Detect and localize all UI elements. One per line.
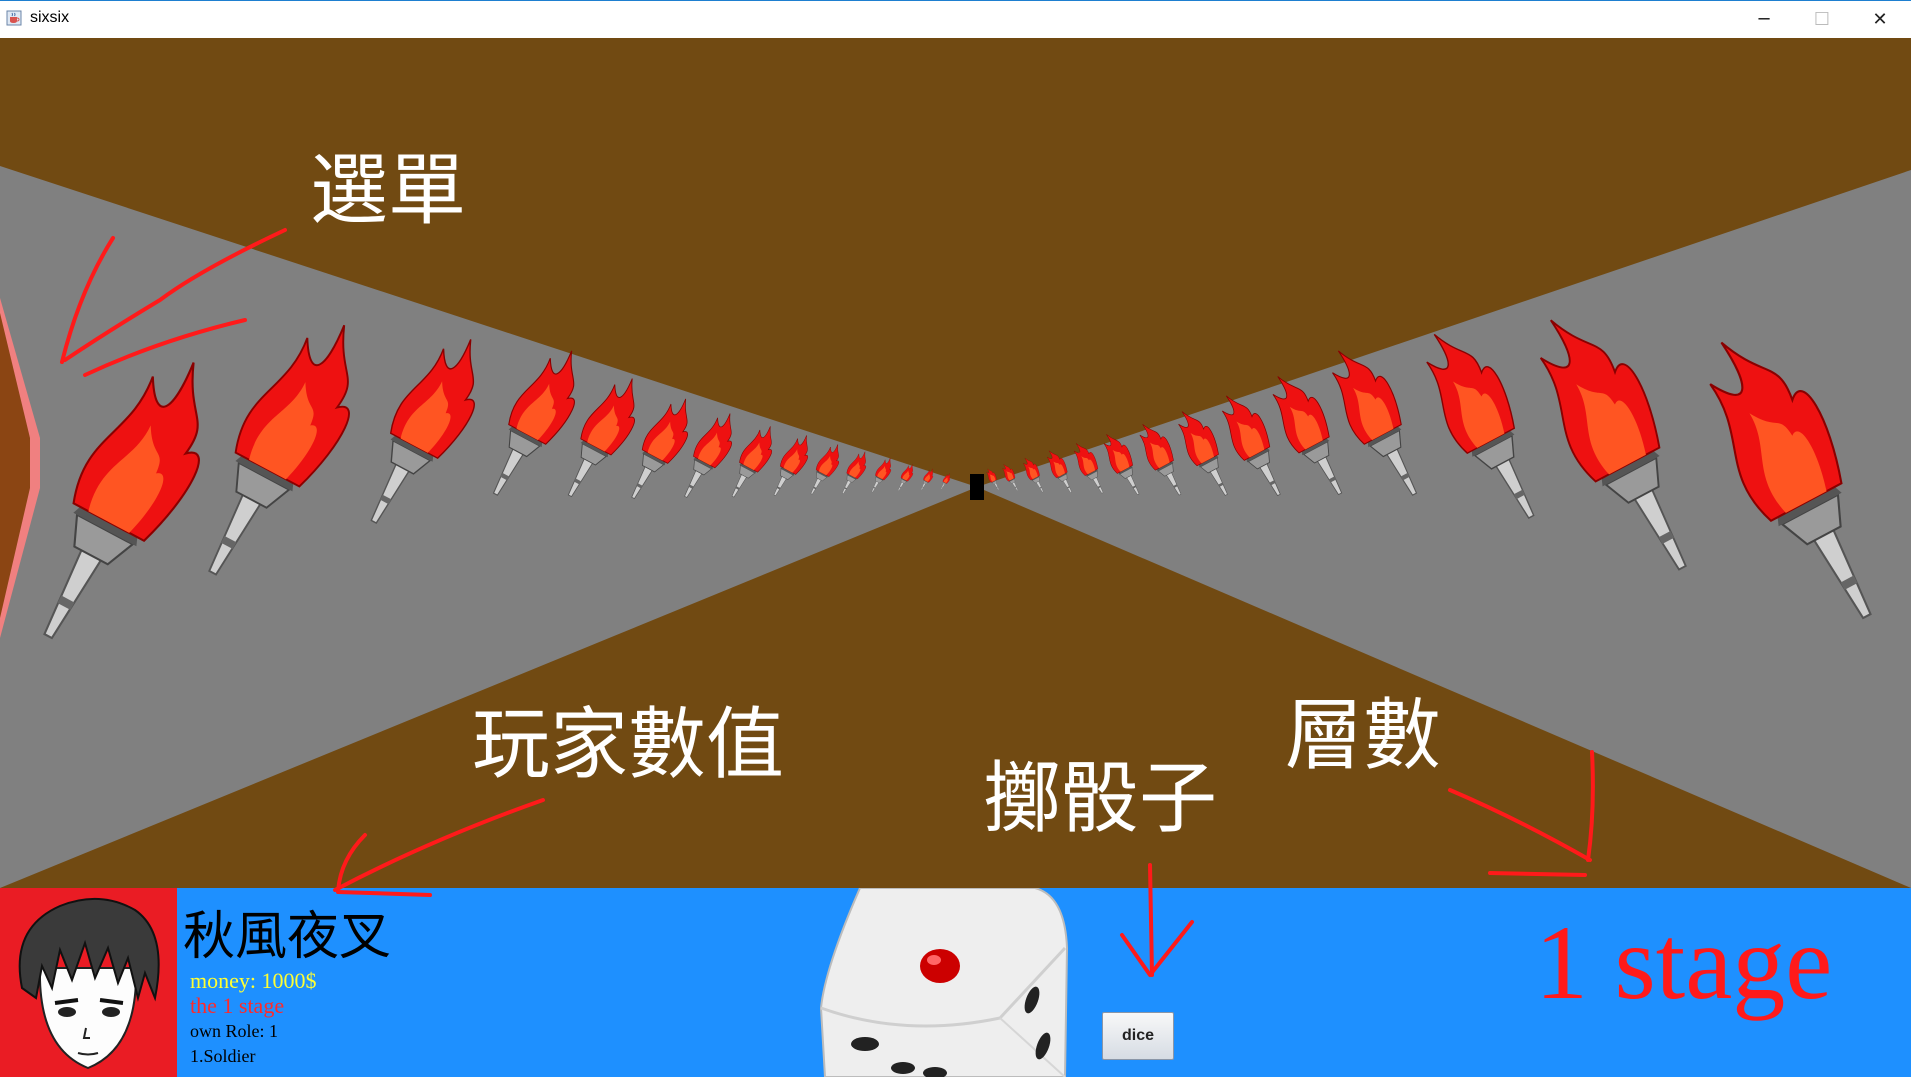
window-title: sixsix xyxy=(30,9,70,26)
java-cup-icon xyxy=(6,10,22,26)
window-titlebar: sixsix ─ ☐ ✕ xyxy=(0,0,1911,38)
player-portrait xyxy=(0,888,177,1077)
corridor-end xyxy=(970,474,984,500)
stage-counter: 1 stage xyxy=(1535,904,1833,1021)
player-hud: 秋風夜叉 money: 1000$ the 1 stage own Role: … xyxy=(0,888,1911,1077)
annotation-floor-count: 層數 xyxy=(1285,691,1442,781)
close-button[interactable]: ✕ xyxy=(1851,1,1909,37)
annotation-player-stats: 玩家數值 xyxy=(472,700,785,790)
annotation-menu: 選單 xyxy=(310,146,467,236)
current-stage-text: the 1 stage xyxy=(190,993,285,1018)
avatar xyxy=(18,897,160,1070)
dice-button[interactable]: dice xyxy=(1102,1012,1174,1060)
annotation-roll-dice: 擲骰子 xyxy=(983,754,1218,844)
money-value: money: 1000$ xyxy=(190,968,317,993)
own-role-text: own Role: 1 xyxy=(190,1021,278,1041)
corridor-scene xyxy=(0,38,1911,888)
maximize-button[interactable]: ☐ xyxy=(1793,1,1851,37)
minimize-button[interactable]: ─ xyxy=(1735,1,1793,37)
dice-face-icon xyxy=(819,888,1069,1077)
corridor-view xyxy=(0,38,1911,888)
player-name: 秋風夜叉 xyxy=(183,907,392,967)
role-name-text: 1.Soldier xyxy=(190,1046,256,1066)
